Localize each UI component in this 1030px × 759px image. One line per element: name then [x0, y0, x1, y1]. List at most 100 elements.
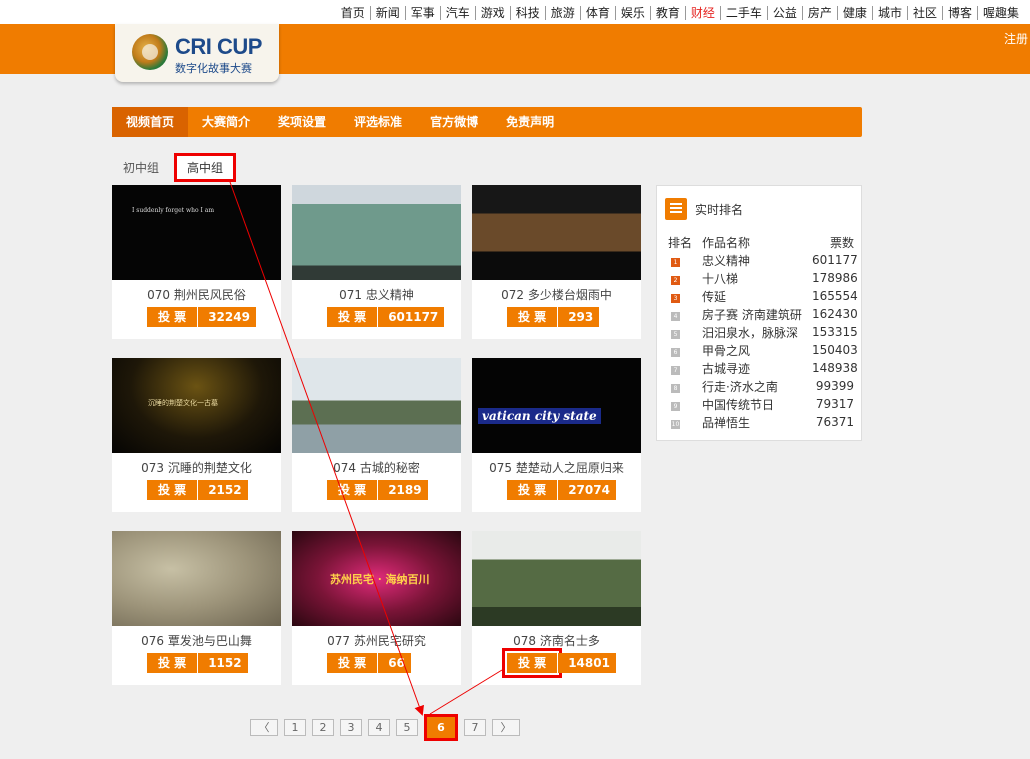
cricup-logo[interactable]: CRI CUP 数字化故事大赛	[115, 24, 279, 82]
page-button[interactable]: 1	[284, 719, 306, 736]
top-link-news[interactable]: 新闻	[369, 6, 405, 20]
thumbnail-caption: 沉睡的荆楚文化一古墓	[148, 399, 218, 407]
top-link-blog[interactable]: 博客	[941, 6, 977, 20]
ranking-name[interactable]: 品禅悟生	[702, 414, 812, 431]
vote-button[interactable]: 投 票	[507, 307, 558, 327]
video-card: 071 忠义精神 投 票 601177	[292, 185, 461, 339]
vote-button[interactable]: 投 票	[147, 653, 198, 673]
logo-subtitle: 数字化故事大赛	[175, 62, 252, 75]
video-thumbnail[interactable]	[112, 531, 281, 626]
globe-icon	[132, 34, 168, 70]
ranking-name[interactable]: 汨汨泉水，脉脉深	[702, 324, 812, 341]
video-title[interactable]: 072 多少楼台烟雨中	[472, 286, 641, 302]
ranking-votes: 79317	[815, 397, 854, 411]
ranking-votes: 148938	[812, 361, 858, 375]
rank-badge: 7	[671, 366, 680, 375]
top-link-city[interactable]: 城市	[871, 6, 907, 20]
thumbnail-caption: 苏州民宅 · 海纳百川	[330, 573, 430, 586]
nav-intro[interactable]: 大赛简介	[188, 107, 264, 137]
ranking-name[interactable]: 房子赛 济南建筑研	[702, 306, 812, 323]
page-button[interactable]: 2	[312, 719, 334, 736]
vote-button[interactable]: 投 票	[501, 648, 563, 678]
video-thumbnail[interactable]: 沉睡的荆楚文化一古墓	[112, 358, 281, 453]
video-card: vatican city state 075 楚楚动人之屈原归来 投 票 270…	[472, 358, 641, 512]
top-link-edu[interactable]: 教育	[649, 6, 685, 20]
ranking-name[interactable]: 甲骨之风	[702, 342, 812, 359]
ranking-votes: 165554	[812, 289, 858, 303]
nav-awards[interactable]: 奖项设置	[264, 107, 340, 137]
ranking-votes: 150403	[812, 343, 858, 357]
top-link-home[interactable]: 首页	[336, 6, 370, 20]
video-title[interactable]: 076 覃发池与巴山舞	[112, 632, 281, 648]
ranking-name[interactable]: 传延	[702, 288, 812, 305]
ranking-panel: 实时排名 排名 作品名称 票数 1 忠义精神 601177 2 十八梯 178986 3…	[656, 185, 862, 441]
vote-button[interactable]: 投 票	[327, 480, 378, 500]
ranking-votes: 162430	[812, 307, 858, 321]
top-link-tech[interactable]: 科技	[509, 6, 545, 20]
page-button[interactable]: 3	[340, 719, 362, 736]
vote-button[interactable]: 投 票	[147, 307, 198, 327]
video-thumbnail[interactable]	[292, 358, 461, 453]
prev-page-button[interactable]: 〈	[250, 719, 278, 736]
current-page-button[interactable]: 6	[424, 714, 458, 741]
video-card: 078 济南名士多 投 票 14801	[472, 531, 641, 685]
vote-button[interactable]: 投 票	[327, 653, 378, 673]
video-title[interactable]: 075 楚楚动人之屈原归来	[472, 459, 641, 475]
pagination: 〈 1 2 3 4 5 6 7 〉	[250, 714, 526, 741]
top-link-ent[interactable]: 娱乐	[614, 6, 650, 20]
vote-widget: 投 票 14801	[501, 648, 616, 678]
vote-count: 2152	[197, 480, 248, 500]
ranking-name[interactable]: 十八梯	[702, 270, 812, 287]
top-link-sports[interactable]: 体育	[579, 6, 615, 20]
video-card: 沉睡的荆楚文化一古墓 073 沉睡的荆楚文化 投 票 2152	[112, 358, 281, 512]
top-link-fun[interactable]: 喔趣集	[976, 6, 1024, 20]
ranking-name[interactable]: 行走·济水之南	[702, 378, 812, 395]
rank-badge: 2	[671, 276, 680, 285]
ranking-votes: 99399	[815, 379, 854, 393]
top-link-community[interactable]: 社区	[906, 6, 942, 20]
top-link-travel[interactable]: 旅游	[544, 6, 580, 20]
nav-video-home[interactable]: 视频首页	[112, 107, 189, 137]
video-title[interactable]: 074 古城的秘密	[292, 459, 461, 475]
video-thumbnail[interactable]: 苏州民宅 · 海纳百川	[292, 531, 461, 626]
rank-badge: 4	[671, 312, 680, 321]
video-title[interactable]: 071 忠义精神	[292, 286, 461, 302]
video-thumbnail[interactable]: vatican city state	[472, 358, 641, 453]
ranking-name[interactable]: 古城寻迹	[702, 360, 812, 377]
video-thumbnail[interactable]	[292, 185, 461, 280]
tab-senior-high[interactable]: 高中组	[174, 153, 237, 182]
vote-button[interactable]: 投 票	[507, 480, 558, 500]
video-title[interactable]: 078 济南名士多	[472, 632, 641, 648]
page-button[interactable]: 4	[368, 719, 390, 736]
register-link[interactable]: 注册	[1004, 30, 1028, 47]
tab-junior-high[interactable]: 初中组	[112, 153, 170, 182]
top-link-military[interactable]: 军事	[404, 6, 440, 20]
ranking-row: 9 中国传统节日 79317	[668, 395, 854, 413]
video-card: 072 多少楼台烟雨中 投 票 293	[472, 185, 641, 339]
page-button[interactable]: 7	[464, 719, 486, 736]
top-link-auto[interactable]: 汽车	[439, 6, 475, 20]
video-thumbnail[interactable]	[472, 185, 641, 280]
vote-button[interactable]: 投 票	[147, 480, 198, 500]
video-title[interactable]: 070 荆州民风民俗	[112, 286, 281, 302]
video-card: 074 古城的秘密 投 票 2189	[292, 358, 461, 512]
top-link-finance[interactable]: 财经	[684, 6, 720, 20]
vote-button[interactable]: 投 票	[327, 307, 378, 327]
top-link-charity[interactable]: 公益	[766, 6, 802, 20]
top-link-usedcar[interactable]: 二手车	[719, 6, 767, 20]
top-link-house[interactable]: 房产	[801, 6, 837, 20]
video-title[interactable]: 077 苏州民宅研究	[292, 632, 461, 648]
nav-disclaimer[interactable]: 免责声明	[492, 107, 568, 137]
ranking-row: 2 十八梯 178986	[668, 269, 858, 287]
nav-weibo[interactable]: 官方微博	[416, 107, 492, 137]
ranking-name[interactable]: 忠义精神	[702, 252, 812, 269]
nav-criteria[interactable]: 评选标准	[340, 107, 416, 137]
top-link-health[interactable]: 健康	[836, 6, 872, 20]
next-page-button[interactable]: 〉	[492, 719, 520, 736]
ranking-name[interactable]: 中国传统节日	[702, 396, 812, 413]
top-link-games[interactable]: 游戏	[474, 6, 510, 20]
video-thumbnail[interactable]	[472, 531, 641, 626]
page-button[interactable]: 5	[396, 719, 418, 736]
video-title[interactable]: 073 沉睡的荆楚文化	[112, 459, 281, 475]
video-thumbnail[interactable]: I suddenly forget who I am	[112, 185, 281, 280]
